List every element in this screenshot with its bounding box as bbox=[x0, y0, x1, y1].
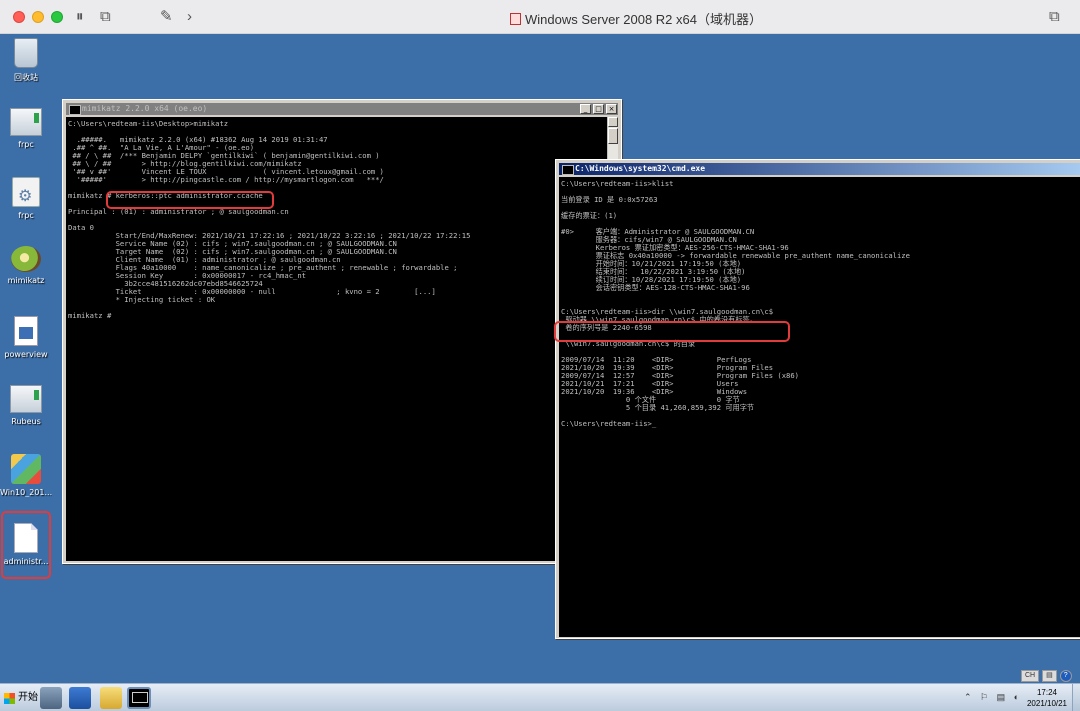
sidebar-icon[interactable]: ⏸ bbox=[76, 8, 84, 26]
desktop-icon-label: 回收站 bbox=[14, 73, 38, 82]
cmd-title: C:\Windows\system32\cmd.exe bbox=[575, 164, 706, 173]
mimikatz-console[interactable]: C:\Users\redteam-iis\Desktop>mimikatz .#… bbox=[66, 117, 607, 561]
vm-title-text: Windows Server 2008 R2 x64（域机器） bbox=[525, 12, 762, 27]
maximize-button[interactable]: □ bbox=[593, 104, 604, 114]
recycle-bin-icon bbox=[14, 38, 38, 68]
mimikatz-title-bar[interactable]: mimikatz 2.2.0 x64 (oe.eo) bbox=[66, 103, 618, 115]
chevron-right-icon[interactable]: › bbox=[187, 8, 192, 26]
show-desktop-button[interactable] bbox=[1072, 684, 1080, 711]
close-window-button[interactable] bbox=[13, 11, 25, 23]
help-icon[interactable]: ? bbox=[1059, 670, 1072, 682]
config-file-icon bbox=[12, 177, 40, 207]
scroll-up-button[interactable] bbox=[608, 117, 618, 127]
scroll-thumb[interactable] bbox=[608, 128, 618, 144]
highlight-ptc-command bbox=[106, 191, 274, 209]
mimikatz-window-buttons: _ □ × bbox=[580, 104, 617, 114]
language-bar[interactable]: CH ▤ ? bbox=[1021, 670, 1072, 682]
taskbar: 开始 ⌃ ⚐ ▤ ◐ 17:24 2021/10/21 bbox=[0, 683, 1080, 711]
snapshot-icon[interactable]: ⧉ bbox=[100, 8, 111, 26]
clock-time: 17:24 bbox=[1036, 688, 1058, 697]
highlight-ccache-file bbox=[1, 511, 51, 579]
server-manager-icon[interactable] bbox=[40, 687, 62, 709]
mimikatz-title: mimikatz 2.2.0 x64 (oe.eo) bbox=[82, 104, 208, 113]
cmd-taskbar-icon[interactable] bbox=[127, 687, 151, 709]
desktop-icon-label: Win10_201... bbox=[0, 488, 52, 497]
desktop-icon-win10-setup[interactable]: Win10_201... bbox=[0, 454, 52, 497]
setup-icon bbox=[11, 454, 41, 484]
powershell-icon[interactable] bbox=[69, 687, 91, 709]
minimize-button[interactable]: _ bbox=[580, 104, 591, 114]
wrench-icon[interactable]: ✎ bbox=[160, 8, 173, 26]
desktop-icon-frpc[interactable]: frpc bbox=[0, 108, 52, 149]
desktop-icon-recycle-bin[interactable]: 回收站 bbox=[0, 38, 52, 83]
explorer-icon[interactable] bbox=[100, 687, 122, 709]
language-indicator[interactable]: CH bbox=[1021, 670, 1040, 682]
vm-icon bbox=[510, 13, 521, 25]
cmd-console[interactable]: C:\Users\redteam-iis>klist 当前登录 ID 是 0:0… bbox=[559, 177, 1080, 637]
desktop-icon-powerview[interactable]: powerview bbox=[0, 316, 52, 359]
zoom-window-button[interactable] bbox=[51, 11, 63, 23]
keyboard-icon[interactable]: ▤ bbox=[1042, 670, 1057, 682]
tray-icons[interactable]: ⌃ ⚐ ▤ ◐ bbox=[964, 692, 1022, 703]
highlight-dir-command bbox=[554, 321, 790, 342]
cmd-title-bar[interactable]: C:\Windows\system32\cmd.exe bbox=[559, 163, 1080, 175]
minimize-window-button[interactable] bbox=[32, 11, 44, 23]
start-label: 开始 bbox=[18, 692, 38, 703]
start-button[interactable]: 开始 bbox=[2, 688, 42, 708]
mimikatz-console-text: C:\Users\redteam-iis\Desktop>mimikatz .#… bbox=[68, 119, 471, 320]
vm-title: Windows Server 2008 R2 x64（域机器） bbox=[510, 9, 762, 28]
cmd-console-text: C:\Users\redteam-iis>klist 当前登录 ID 是 0:0… bbox=[561, 179, 910, 428]
windows-desktop: 回收站 frpc frpc mimikatz powerview Rubeus … bbox=[0, 34, 1080, 683]
restore-window-icon[interactable]: ⧉ bbox=[1049, 8, 1060, 26]
desktop-icon-label: powerview bbox=[4, 350, 48, 359]
mimikatz-window[interactable]: mimikatz 2.2.0 x64 (oe.eo) _ □ × C:\User… bbox=[62, 99, 622, 564]
desktop-icon-label: mimikatz bbox=[7, 276, 45, 285]
tray-icons-text: ⌃ ⚐ ▤ ◐ bbox=[964, 692, 1023, 702]
frpc-app-icon bbox=[10, 108, 42, 136]
rubeus-app-icon bbox=[10, 385, 42, 413]
desktop-icon-label: frpc bbox=[18, 211, 34, 220]
clock-date: 2021/10/21 bbox=[1026, 699, 1068, 708]
clock[interactable]: 17:24 2021/10/21 bbox=[1025, 687, 1069, 709]
cmd-window[interactable]: C:\Windows\system32\cmd.exe C:\Users\red… bbox=[555, 159, 1080, 639]
desktop-icon-rubeus[interactable]: Rubeus bbox=[0, 385, 52, 426]
desktop-icon-label: frpc bbox=[18, 140, 34, 149]
script-file-icon bbox=[14, 316, 38, 346]
kiwi-icon bbox=[11, 246, 41, 272]
desktop-icon-mimikatz[interactable]: mimikatz bbox=[0, 246, 52, 285]
desktop-icon-label: Rubeus bbox=[11, 417, 41, 426]
close-button[interactable]: × bbox=[606, 104, 617, 114]
vm-title-bar: ⏸ ⧉ ✎ › Windows Server 2008 R2 x64（域机器） … bbox=[0, 0, 1080, 34]
desktop-icon-frpc-config[interactable]: frpc bbox=[0, 177, 52, 220]
